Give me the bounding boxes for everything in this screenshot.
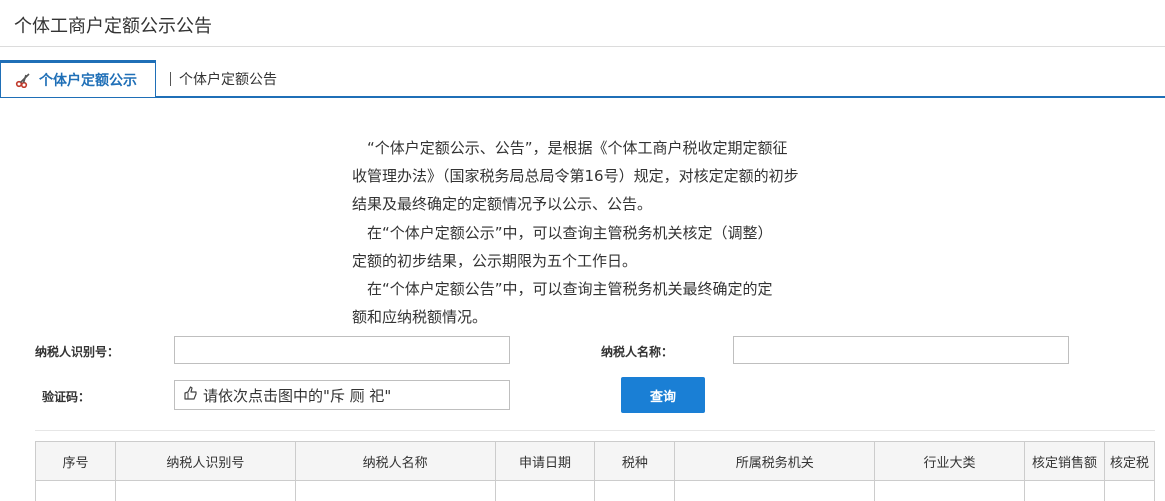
tab-label: 个体户定额公告: [179, 69, 277, 89]
tab-definite-quota-announcement[interactable]: 个体户定额公告: [170, 68, 277, 90]
table-cell: [115, 481, 295, 501]
table-cell: [675, 481, 875, 501]
taxpayer-id-input[interactable]: [174, 336, 510, 364]
query-button[interactable]: 查询: [621, 377, 705, 413]
captcha-label: 验证码：: [42, 388, 90, 405]
column-header: 申请日期: [495, 442, 595, 481]
table-header-row: 序号 纳税人识别号 纳税人名称 申请日期 税种 所属税务机关 行业大类 核定销售…: [36, 442, 1155, 481]
table-cell: [295, 481, 495, 501]
column-header: 行业大类: [875, 442, 1025, 481]
table-row: [36, 481, 1155, 501]
captcha-prompt: 请依次点击图中的"斥 厕 祀": [203, 385, 391, 406]
table-cell: [875, 481, 1025, 501]
notice-line: 额和应纳税额情况。: [352, 303, 852, 331]
table-cell: [595, 481, 675, 501]
column-header: 核定税: [1104, 442, 1154, 481]
column-header: 纳税人识别号: [115, 442, 295, 481]
notice-line: 在“个体户定额公示”中，可以查询主管税务机关核定（调整）: [352, 219, 852, 247]
taxpayer-name-input[interactable]: [733, 336, 1069, 364]
column-header: 税种: [595, 442, 675, 481]
pointing-hand-icon: [183, 385, 199, 405]
form-divider: [35, 430, 1155, 431]
tab-label: 个体户定额公示: [39, 70, 137, 90]
table-cell: [1104, 481, 1154, 501]
notice-line: 收管理办法》（国家税务局总局令第16号）规定，对核定定额的初步: [352, 162, 852, 190]
tab-bar-underline: [0, 96, 1165, 98]
taxpayer-name-label: 纳税人名称：: [601, 343, 673, 360]
notice-line: 定额的初步结果，公示期限为五个工作日。: [352, 247, 852, 275]
column-header: 纳税人名称: [295, 442, 495, 481]
table-cell: [36, 481, 116, 501]
notice-line: 在“个体户定额公告”中，可以查询主管税务机关最终确定的定: [352, 275, 852, 303]
tab-definite-quota-notice[interactable]: 个体户定额公示: [0, 60, 156, 97]
column-header: 核定销售额: [1024, 442, 1104, 481]
scissors-icon: [15, 72, 31, 88]
results-table: 序号 纳税人识别号 纳税人名称 申请日期 税种 所属税务机关 行业大类 核定销售…: [35, 441, 1155, 501]
notice-line: “个体户定额公示、公告”，是根据《个体工商户税收定期定额征: [352, 134, 852, 162]
column-header: 序号: [36, 442, 116, 481]
title-divider: [0, 46, 1165, 47]
captcha-field[interactable]: 请依次点击图中的"斥 厕 祀": [174, 380, 510, 410]
table-cell: [1024, 481, 1104, 501]
notice-line: 结果及最终确定的定额情况予以公示、公告。: [352, 190, 852, 218]
tab-separator: [170, 72, 171, 86]
taxpayer-id-label: 纳税人识别号：: [35, 343, 119, 360]
table-cell: [495, 481, 595, 501]
column-header: 所属税务机关: [675, 442, 875, 481]
notice-text: “个体户定额公示、公告”，是根据《个体工商户税收定期定额征 收管理办法》（国家税…: [352, 134, 852, 331]
page-title: 个体工商户定额公示公告: [14, 12, 212, 38]
